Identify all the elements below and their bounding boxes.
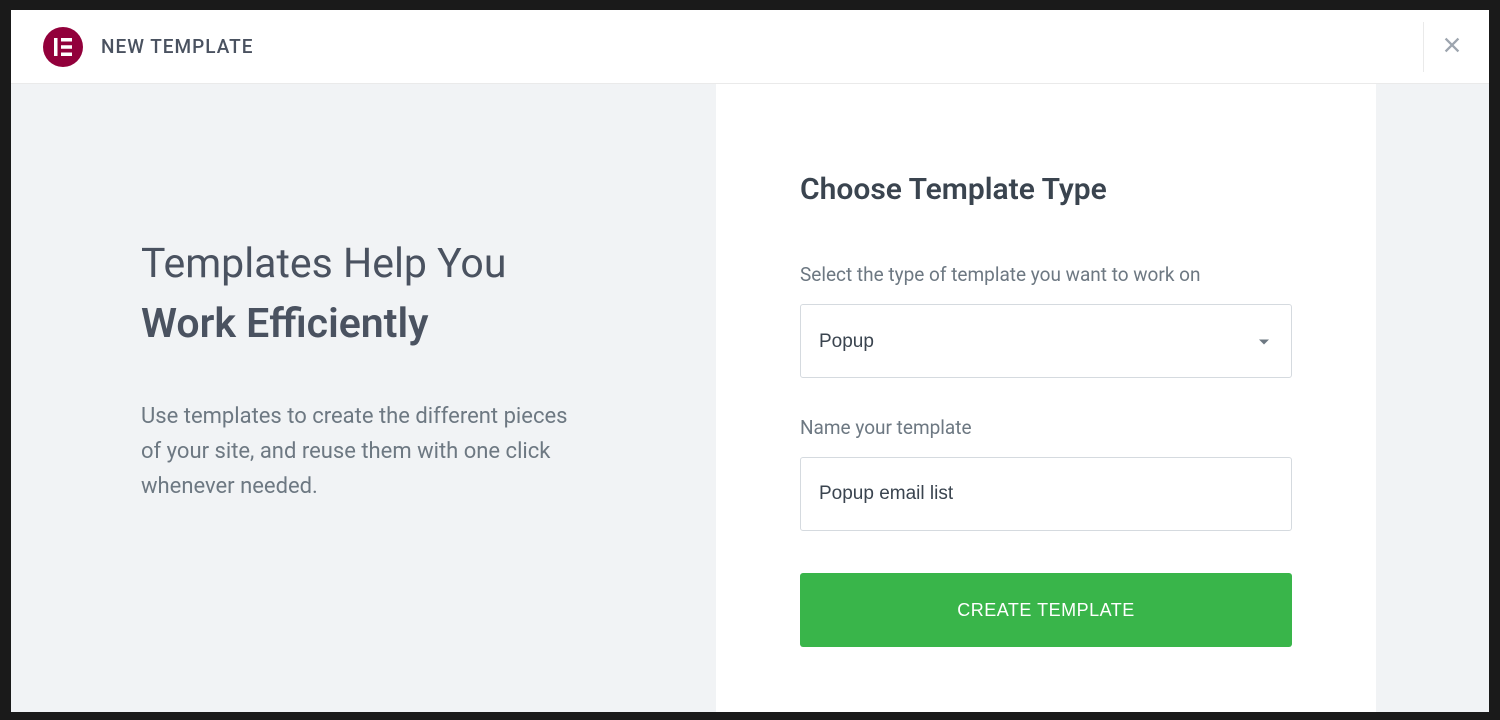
modal-title: NEW TEMPLATE (101, 35, 253, 58)
template-type-label: Select the type of template you want to … (800, 263, 1292, 286)
template-name-group: Name your template (800, 416, 1292, 531)
form-panel: Choose Template Type Select the type of … (716, 84, 1376, 712)
template-type-select-wrapper: Popup (800, 304, 1292, 378)
modal-body: Templates Help You Work Efficiently Use … (11, 84, 1489, 712)
modal-header: NEW TEMPLATE (11, 10, 1489, 84)
template-name-label: Name your template (800, 416, 1292, 439)
template-type-select[interactable]: Popup (800, 304, 1292, 378)
template-name-input[interactable] (800, 457, 1292, 531)
info-heading-line1: Templates Help You (141, 236, 666, 293)
close-button[interactable] (1423, 22, 1459, 72)
create-template-button[interactable]: CREATE TEMPLATE (800, 573, 1292, 647)
close-icon (1441, 34, 1463, 60)
elementor-logo-icon (43, 27, 83, 67)
new-template-modal: NEW TEMPLATE Templates Help You Work Eff… (11, 10, 1489, 712)
info-heading-line2: Work Efficiently (141, 293, 666, 357)
template-type-group: Select the type of template you want to … (800, 263, 1292, 378)
form-title: Choose Template Type (800, 172, 1292, 207)
info-panel: Templates Help You Work Efficiently Use … (11, 84, 716, 712)
info-description: Use templates to create the different pi… (141, 399, 571, 505)
